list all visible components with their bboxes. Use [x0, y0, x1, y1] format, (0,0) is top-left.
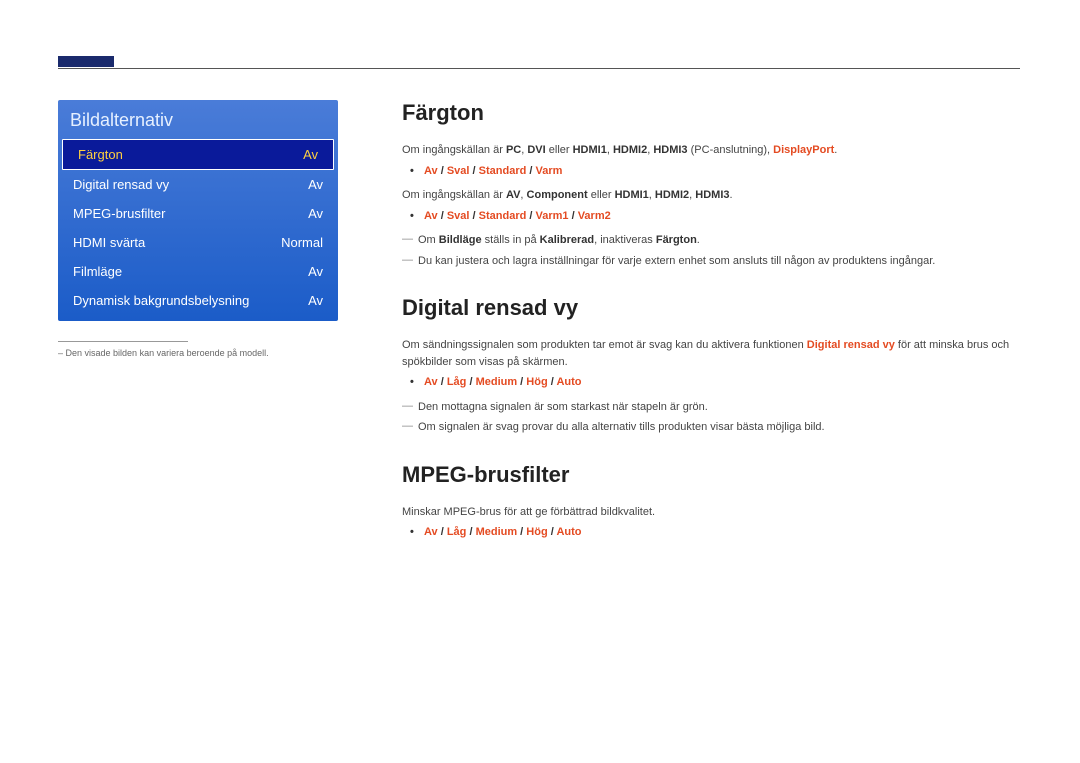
menu-item-value: Av	[308, 293, 323, 308]
menu-item-label: MPEG-brusfilter	[73, 206, 165, 221]
menu-item-label: Filmläge	[73, 264, 122, 279]
fargton-notes: Om Bildläge ställs in på Kalibrerad, ina…	[402, 232, 1022, 269]
fargton-option-line1: Av / Sval / Standard / Varm	[424, 163, 1022, 180]
menu-item-value: Av	[308, 177, 323, 192]
menu-item-hdmi-svarta[interactable]: HDMI svärta Normal	[58, 228, 338, 257]
menu-item-label: HDMI svärta	[73, 235, 145, 250]
menu-item-label: Färgton	[78, 147, 123, 162]
section-fargton: Färgton Om ingångskällan är PC, DVI elle…	[402, 100, 1022, 269]
menu-item-filmlage[interactable]: Filmläge Av	[58, 257, 338, 286]
menu-item-value: Av	[308, 206, 323, 221]
fargton-line1: Om ingångskällan är PC, DVI eller HDMI1,…	[402, 142, 1022, 159]
fargton-options1: Av / Sval / Standard / Varm	[402, 163, 1022, 180]
section-heading: Digital rensad vy	[402, 295, 1022, 321]
drv-notes: Den mottagna signalen är som starkast nä…	[402, 399, 1022, 436]
menu-item-value: Av	[308, 264, 323, 279]
fargton-options2: Av / Sval / Standard / Varm1 / Varm2	[402, 208, 1022, 225]
fargton-line2: Om ingångskällan är AV, Component eller …	[402, 187, 1022, 204]
menu-item-value: Av	[303, 147, 318, 162]
section-mpeg-brusfilter: MPEG-brusfilter Minskar MPEG-brus för at…	[402, 462, 1022, 541]
mpeg-options: Av / Låg / Medium / Hög / Auto	[402, 524, 1022, 541]
drv-option-line: Av / Låg / Medium / Hög / Auto	[424, 374, 1022, 391]
mpeg-option-line: Av / Låg / Medium / Hög / Auto	[424, 524, 1022, 541]
content-area: Bildalternativ Färgton Av Digital rensad…	[58, 100, 1022, 567]
drv-desc: Om sändningssignalen som produkten tar e…	[402, 337, 1022, 370]
section-digital-rensad-vy: Digital rensad vy Om sändningssignalen s…	[402, 295, 1022, 436]
menu-item-value: Normal	[281, 235, 323, 250]
menu-item-label: Digital rensad vy	[73, 177, 169, 192]
section-heading: MPEG-brusfilter	[402, 462, 1022, 488]
menu-item-label: Dynamisk bakgrundsbelysning	[73, 293, 249, 308]
header-accent-bar	[58, 56, 114, 67]
fargton-option-line2: Av / Sval / Standard / Varm1 / Varm2	[424, 208, 1022, 225]
right-column: Färgton Om ingångskällan är PC, DVI elle…	[402, 100, 1022, 567]
menu-item-digital-rensad-vy[interactable]: Digital rensad vy Av	[58, 170, 338, 199]
footnote-rule	[58, 341, 188, 342]
section-heading: Färgton	[402, 100, 1022, 126]
footnote-text: Den visade bilden kan variera beroende p…	[58, 348, 338, 358]
fargton-note1: Om Bildläge ställs in på Kalibrerad, ina…	[402, 232, 1022, 249]
menu-item-fargton[interactable]: Färgton Av	[62, 139, 334, 170]
menu-item-dynamisk-bakgrundsbelysning[interactable]: Dynamisk bakgrundsbelysning Av	[58, 286, 338, 315]
fargton-note2: Du kan justera och lagra inställningar f…	[402, 253, 1022, 270]
mpeg-desc: Minskar MPEG-brus för att ge förbättrad …	[402, 504, 1022, 521]
header-divider	[58, 68, 1020, 69]
osd-menu-title: Bildalternativ	[58, 100, 338, 139]
menu-item-mpeg-brusfilter[interactable]: MPEG-brusfilter Av	[58, 199, 338, 228]
drv-note1: Den mottagna signalen är som starkast nä…	[402, 399, 1022, 416]
osd-menu-bildalternativ: Bildalternativ Färgton Av Digital rensad…	[58, 100, 338, 321]
drv-options: Av / Låg / Medium / Hög / Auto	[402, 374, 1022, 391]
left-column: Bildalternativ Färgton Av Digital rensad…	[58, 100, 338, 567]
drv-note2: Om signalen är svag provar du alla alter…	[402, 419, 1022, 436]
